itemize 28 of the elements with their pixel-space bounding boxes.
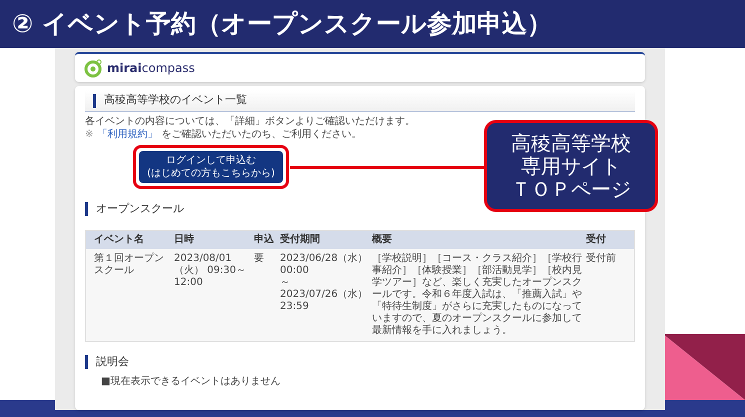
- intro-text: 各イベントの内容については、「詳細」ボタンよりご確認いただけます。: [85, 116, 416, 128]
- callout-text: 専用サイト: [521, 154, 621, 178]
- empty-message: ■現在表示できるイベントはありません: [101, 374, 282, 389]
- table-cell-line: 2023/06/28（水） 00:00: [280, 252, 368, 276]
- page-heading: 高稜高等学校のイベント一覧: [104, 92, 247, 108]
- section-heading: 説明会: [96, 354, 129, 370]
- slide-title: ② イベント予約（オープンスクール参加申込）: [12, 8, 552, 40]
- logo-text: miraicompass: [107, 60, 195, 77]
- column-header: 受付: [586, 234, 607, 246]
- terms-link[interactable]: 「利用規約」: [97, 128, 158, 141]
- table-cell: 受付前: [586, 252, 616, 264]
- section-heading: オープンスクール: [96, 201, 184, 217]
- table-cell: ［学校説明］［コース・クラス紹介］［学校行事紹介］［体験授業］［部活動見学］［校内見学ツアー］など、楽しく充実したオープンスクールです。令和６年度入試は、「推薦入試」や「特待生制度」がさらに充実したものになっていますので、夏のオープンスクールに参加して最新情報を手に入れましょう。: [372, 252, 582, 336]
- callout-text: 高稜高等学校: [511, 132, 631, 154]
- column-header: イベント名: [94, 234, 145, 246]
- column-header: 受付期間: [280, 234, 321, 246]
- table-cell: 2023/08/01（火） 09:30～12:00: [174, 252, 246, 288]
- table-cell: 要: [254, 252, 264, 264]
- column-header: 申込: [254, 234, 275, 246]
- callout-text: ＴＯＰページ: [511, 178, 631, 200]
- intro-text: をご確認いただいたのち、ご利用ください。: [161, 128, 362, 141]
- table-cell: 第１回オープンスクール: [94, 252, 164, 276]
- column-header: 日時: [174, 234, 195, 246]
- login-button[interactable]: ログインして申込む (はじめての方もこちらから): [139, 151, 283, 183]
- column-header: 概要: [372, 234, 393, 246]
- note-mark: ※: [85, 128, 94, 141]
- table-cell-line: 2023/07/26（水） 23:59: [280, 288, 368, 312]
- table-cell-line: ～: [280, 276, 291, 288]
